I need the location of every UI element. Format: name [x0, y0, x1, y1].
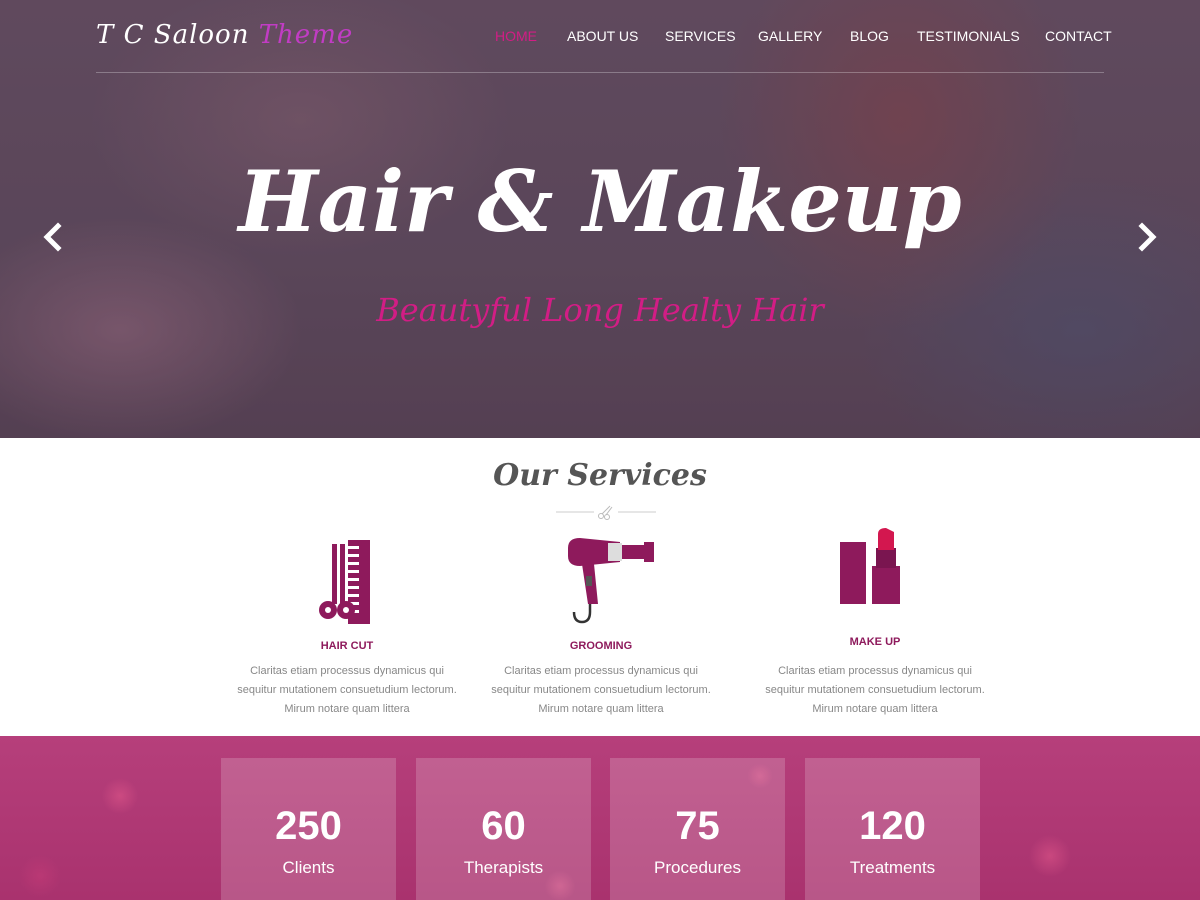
logo-accent-text: Theme [258, 20, 354, 50]
main-nav: HOME ABOUT US SERVICES GALLERY BLOG TEST… [480, 28, 1112, 48]
services-section: Our Services HAIR CUT Claritas etiam pro… [0, 438, 1200, 736]
stat-label: Treatments [849, 858, 936, 877]
nav-blog[interactable]: BLOG [850, 28, 889, 44]
nav-testimonials[interactable]: TESTIMONIALS [917, 28, 1020, 44]
logo-text: T C Saloon [96, 20, 250, 50]
nav-gallery[interactable]: GALLERY [758, 28, 822, 44]
stat-clients: 250 Clients [221, 758, 396, 900]
services-title: Our Services [493, 458, 707, 493]
stat-label: Clients [282, 858, 335, 877]
service-description: Claritas etiam processus dynamicus qui s… [237, 665, 457, 715]
stat-value: 75 [675, 804, 720, 848]
stat-procedures: 75 Procedures [610, 758, 785, 900]
hair-dryer-icon [568, 538, 654, 624]
nav-divider [96, 72, 1104, 73]
stat-label: Therapists [463, 858, 544, 877]
nav-about-us[interactable]: ABOUT US [567, 28, 638, 44]
comb-scissors-icon [319, 540, 370, 624]
lipstick-icon [840, 528, 900, 604]
stat-label: Procedures [654, 858, 741, 877]
hero-subtitle: Beautyful Long Healty Hair [376, 291, 824, 329]
nav-services[interactable]: SERVICES [665, 28, 736, 44]
stat-value: 250 [275, 804, 342, 848]
stat-therapists: 60 Therapists [416, 758, 591, 900]
scissors-divider-icon [556, 505, 656, 520]
service-description: Claritas etiam processus dynamicus qui s… [491, 665, 711, 715]
hero-title: Hair & Makeup [238, 152, 962, 251]
stats-section: 250 Clients 60 Therapists 75 Procedures … [0, 736, 1200, 900]
service-description: Claritas etiam processus dynamicus qui s… [765, 665, 985, 715]
hero-banner: T C Saloon Theme HOME ABOUT US SERVICES … [0, 0, 1200, 438]
stat-treatments: 120 Treatments [805, 758, 980, 900]
service-name: MAKE UP [849, 636, 901, 648]
stat-value: 60 [481, 804, 526, 848]
site-logo[interactable]: T C Saloon Theme [96, 20, 353, 50]
nav-contact[interactable]: CONTACT [1045, 28, 1112, 44]
stat-value: 120 [859, 804, 926, 848]
service-name: GROOMING [569, 640, 633, 652]
nav-home[interactable]: HOME [495, 28, 537, 44]
service-name: HAIR CUT [320, 640, 374, 652]
